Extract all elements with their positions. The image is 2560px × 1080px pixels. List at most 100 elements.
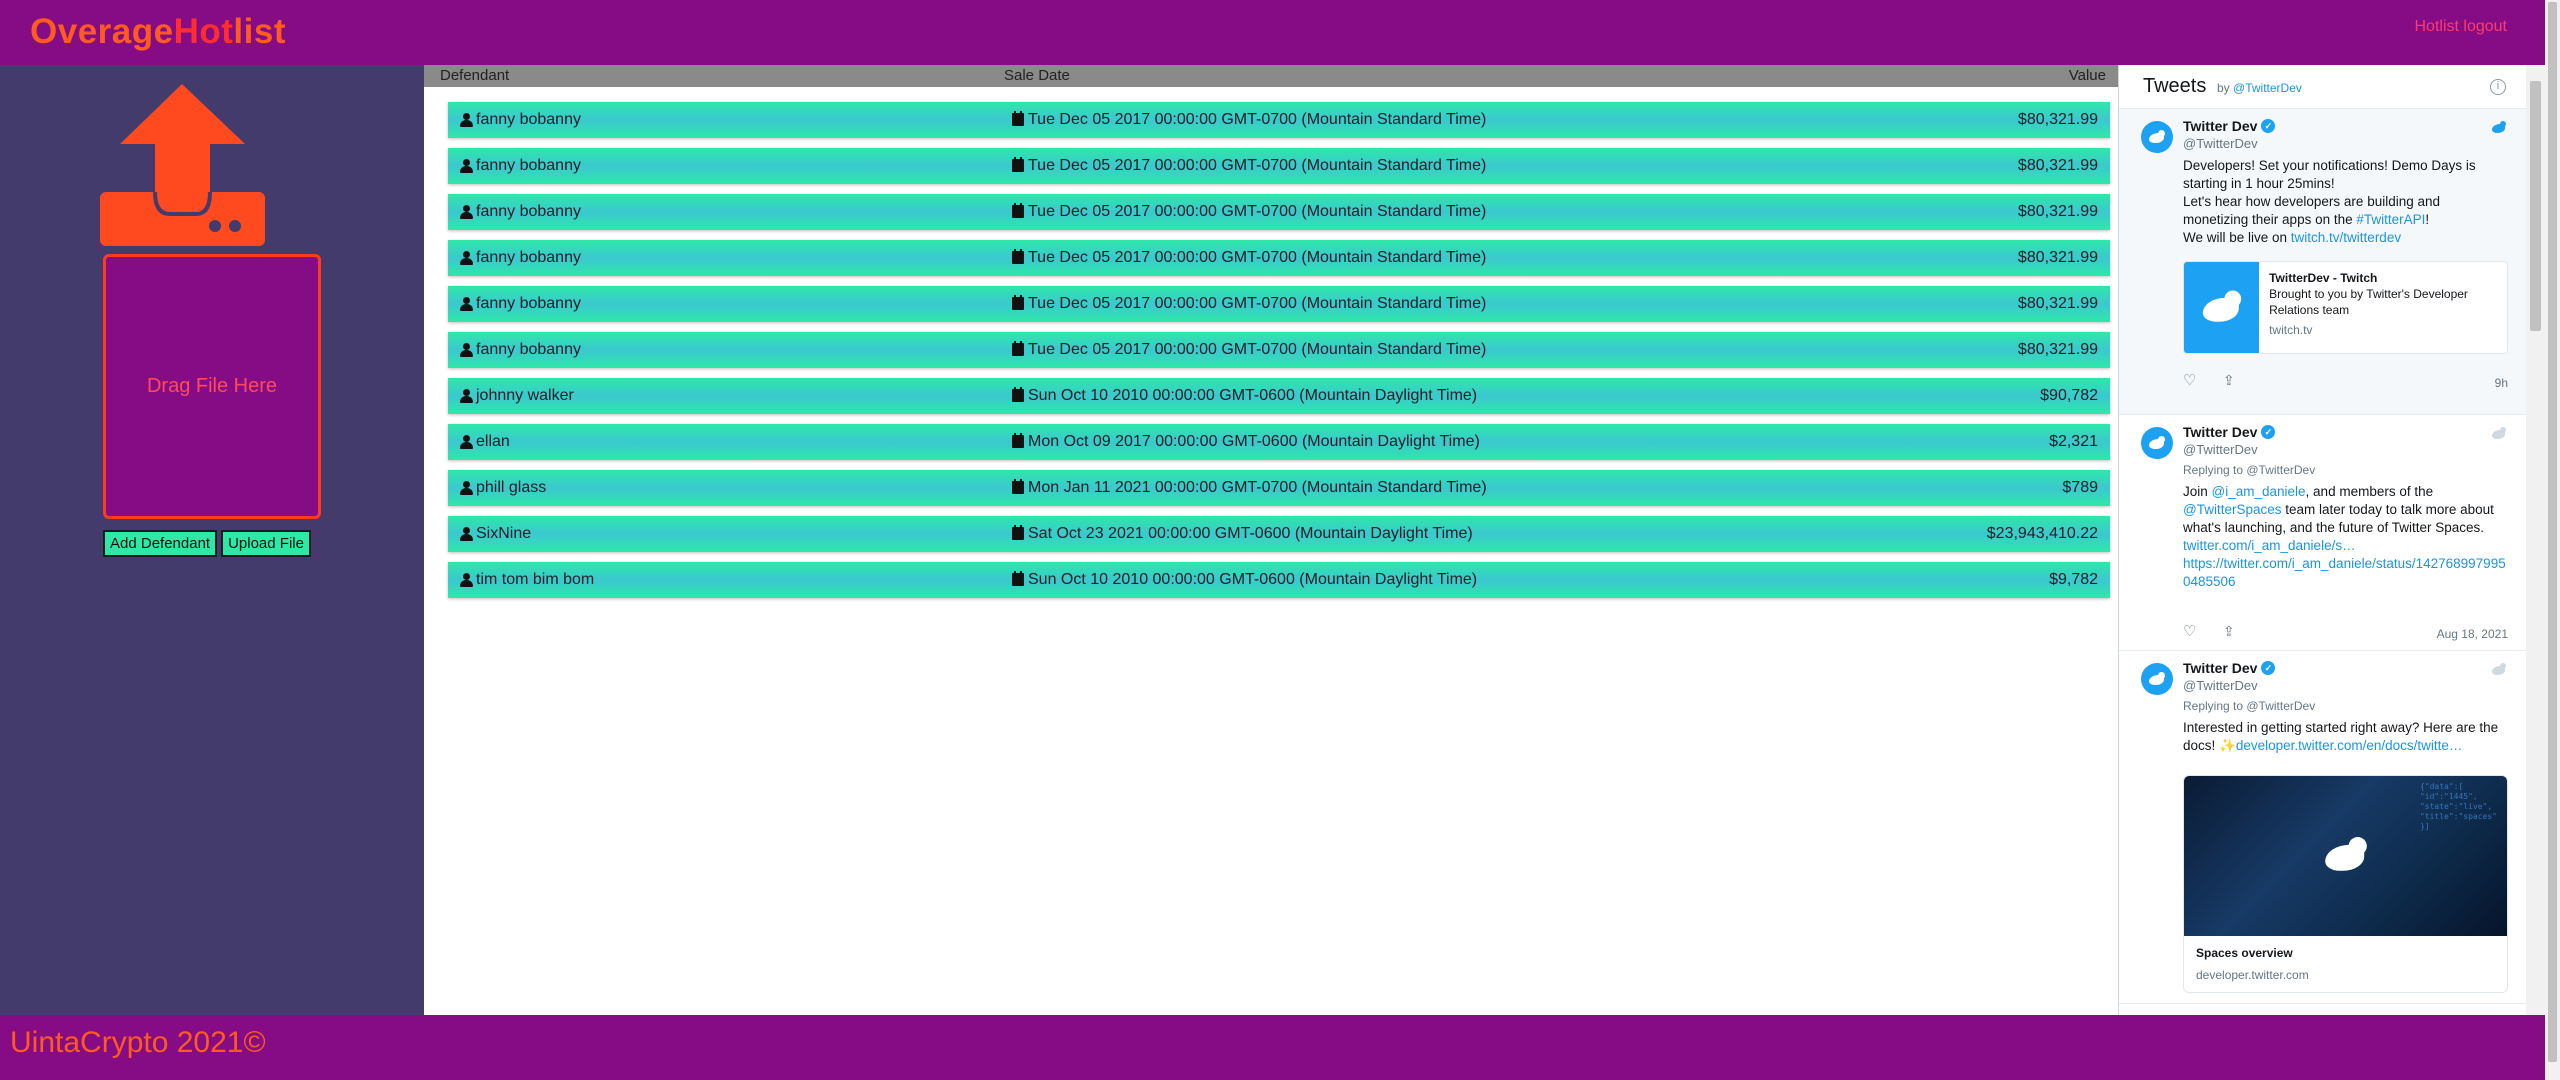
table-row[interactable]: SixNine Sat Oct 23 2021 00:00:00 GMT-0600… — [448, 516, 2110, 552]
sale-date-cell: Tue Dec 05 2017 00:00:00 GMT-0700 (Mount… — [1012, 110, 1487, 129]
sale-date-text: Mon Jan 11 2021 00:00:00 GMT-0700 (Mount… — [1028, 479, 1487, 496]
table-row[interactable]: tim tom bim bom Sun Oct 10 2010 00:00:00 … — [448, 562, 2110, 598]
sale-date-text: Tue Dec 05 2017 00:00:00 GMT-0700 (Mount… — [1028, 157, 1487, 174]
person-icon — [460, 389, 473, 403]
table-row[interactable]: fanny bobanny Tue Dec 05 2017 00:00:00 GM… — [448, 286, 2110, 322]
tweet[interactable]: Twitter Dev ✓ @TwitterDev Developers! Set… — [2119, 109, 2526, 415]
avatar[interactable] — [2141, 121, 2173, 153]
share-icon[interactable]: ⇪ — [2223, 622, 2235, 640]
tweet-text-line: Let's hear how developers are building a… — [2183, 193, 2508, 229]
upload-file-button[interactable]: Upload File — [221, 530, 311, 557]
byline-prefix: by — [2217, 81, 2230, 95]
tweet-text-fragment: ! — [2425, 212, 2430, 227]
table-row[interactable]: fanny bobanny Tue Dec 05 2017 00:00:00 GM… — [448, 148, 2110, 184]
logout-link[interactable]: Hotlist logout — [2415, 18, 2508, 36]
sale-date-cell: Tue Dec 05 2017 00:00:00 GMT-0700 (Mount… — [1012, 156, 1487, 175]
table-row[interactable]: fanny bobanny Tue Dec 05 2017 00:00:00 GM… — [448, 240, 2110, 276]
card-body: Spaces overview developer.twitter.com — [2184, 936, 2507, 992]
person-icon — [460, 481, 473, 495]
avatar[interactable] — [2141, 427, 2173, 459]
tweet-author-handle[interactable]: @TwitterDev — [2183, 135, 2508, 153]
sale-date-cell: Sun Oct 10 2010 00:00:00 GMT-0600 (Mount… — [1012, 386, 1477, 405]
sidebar: Drag File Here Add Defendant Upload File — [0, 65, 424, 1015]
page-scrollbar-thumb[interactable] — [2548, 2, 2557, 1062]
sale-date-cell: Sat Oct 23 2021 00:00:00 GMT-0600 (Mount… — [1012, 524, 1473, 543]
defendant-name: fanny bobanny — [476, 203, 581, 220]
file-dropzone[interactable]: Drag File Here — [103, 254, 321, 519]
timeline-title: Tweets — [2143, 75, 2207, 97]
person-icon — [460, 343, 473, 357]
app-logo[interactable]: OverageHotlist — [30, 12, 286, 52]
column-header-defendant[interactable]: Defendant — [440, 67, 509, 84]
avatar[interactable] — [2141, 663, 2173, 695]
defendant-cell: fanny bobanny — [460, 341, 581, 359]
tweet-link[interactable]: twitch.tv/twitterdev — [2291, 230, 2401, 245]
tweet-author-name[interactable]: Twitter Dev ✓ — [2183, 117, 2508, 135]
tweet-link[interactable]: twitter.com/i_am_daniele/s… — [2183, 538, 2356, 553]
table-row[interactable]: phill glass Mon Jan 11 2021 00:00:00 GMT-… — [448, 470, 2110, 506]
table-body: fanny bobanny Tue Dec 05 2017 00:00:00 GM… — [448, 102, 2110, 608]
table-row[interactable]: fanny bobanny Tue Dec 05 2017 00:00:00 GM… — [448, 194, 2110, 230]
twitter-bird-icon — [2322, 836, 2369, 876]
tweet-timestamp[interactable]: 9h — [2495, 374, 2508, 392]
twitter-logo-icon[interactable] — [2492, 121, 2508, 134]
code-texture: {"data":["id":"1445", "state":"live", "tit… — [2419, 782, 2497, 831]
sale-date-cell: Tue Dec 05 2017 00:00:00 GMT-0700 (Mount… — [1012, 202, 1486, 221]
hashtag-link[interactable]: #TwitterAPI — [2356, 212, 2425, 227]
twitter-logo-icon[interactable] — [2492, 663, 2508, 676]
mention-link[interactable]: @TwitterSpaces — [2183, 502, 2282, 517]
page-scrollbar[interactable] — [2545, 0, 2560, 1080]
defendant-cell: fanny bobanny — [460, 295, 581, 313]
tweet-text-fragment: , and members of the — [2305, 484, 2434, 499]
verified-badge-icon: ✓ — [2261, 425, 2276, 439]
person-icon — [460, 435, 473, 449]
tweet[interactable]: Twitter Dev ✓ @TwitterDev Replying to @Tw… — [2119, 651, 2526, 1004]
sale-date-text: Sun Oct 10 2010 00:00:00 GMT-0600 (Mount… — [1028, 571, 1478, 588]
sale-date-text: Tue Dec 05 2017 00:00:00 GMT-0700 (Mount… — [1028, 111, 1487, 128]
reply-context[interactable]: Replying to @TwitterDev — [2183, 697, 2508, 715]
table-row[interactable]: fanny bobanny Tue Dec 05 2017 00:00:00 GM… — [448, 332, 2110, 368]
person-icon — [460, 527, 473, 541]
value-cell: $80,321.99 — [2017, 203, 2098, 220]
tweet-author-name[interactable]: Twitter Dev ✓ — [2183, 659, 2508, 677]
tweet-text: Interested in getting started right away… — [2183, 719, 2508, 755]
sale-date-cell: Mon Oct 09 2017 00:00:00 GMT-0600 (Mount… — [1012, 432, 1480, 451]
byline-handle-link[interactable]: @TwitterDev — [2233, 81, 2302, 95]
link-card[interactable]: TwitterDev - Twitch Brought to you by Tw… — [2183, 261, 2508, 354]
column-header-value[interactable]: Value — [2069, 67, 2106, 84]
add-defendant-button[interactable]: Add Defendant — [103, 530, 218, 557]
value-cell: $90,782 — [2040, 387, 2098, 404]
twitter-bird-icon — [2148, 435, 2166, 451]
tweet-author-handle[interactable]: @TwitterDev — [2183, 441, 2508, 459]
card-image — [2184, 262, 2260, 353]
tweet-author-name[interactable]: Twitter Dev ✓ — [2183, 423, 2508, 441]
like-heart-icon[interactable]: ♡ — [2183, 372, 2196, 390]
defendant-cell: tim tom bim bom — [460, 571, 594, 589]
sale-date-text: Tue Dec 05 2017 00:00:00 GMT-0700 (Mount… — [1028, 295, 1487, 312]
info-icon[interactable]: i — [2490, 79, 2506, 95]
share-icon[interactable]: ⇪ — [2223, 371, 2235, 389]
calendar-icon — [1012, 156, 1024, 172]
timeline-scrollbar[interactable] — [2526, 65, 2545, 1015]
column-header-sale-date[interactable]: Sale Date — [1004, 67, 1070, 84]
table-row[interactable]: johnny walker Sun Oct 10 2010 00:00:00 GM… — [448, 378, 2110, 414]
scrollbar-thumb[interactable] — [2530, 81, 2541, 331]
reply-context[interactable]: Replying to @TwitterDev — [2183, 461, 2508, 479]
defendant-name: fanny bobanny — [476, 341, 581, 358]
calendar-icon — [1012, 294, 1024, 310]
calendar-icon — [1012, 478, 1024, 494]
tweet[interactable]: Twitter Dev ✓ @TwitterDev Replying to @Tw… — [2119, 415, 2526, 651]
defendant-cell: ellan — [460, 433, 510, 451]
sale-date-cell: Tue Dec 05 2017 00:00:00 GMT-0700 (Mount… — [1012, 340, 1486, 359]
tweet-link[interactable]: developer.twitter.com/en/docs/twitte… — [2236, 738, 2463, 753]
twitter-logo-icon[interactable] — [2492, 427, 2508, 440]
table-row[interactable]: ellan Mon Oct 09 2017 00:00:00 GMT-0600 (… — [448, 424, 2110, 460]
tweet-author-handle[interactable]: @TwitterDev — [2183, 677, 2508, 695]
table-row[interactable]: fanny bobanny Tue Dec 05 2017 00:00:00 GM… — [448, 102, 2110, 138]
link-card[interactable]: {"data":["id":"1445", "state":"live", "tit… — [2183, 775, 2508, 993]
mention-link[interactable]: @i_am_daniele — [2212, 484, 2306, 499]
tweet-timestamp[interactable]: Aug 18, 2021 — [2437, 625, 2508, 643]
like-heart-icon[interactable]: ♡ — [2183, 623, 2196, 641]
person-icon — [460, 573, 473, 587]
tweet-link[interactable]: https://twitter.com/i_am_daniele/status/… — [2183, 555, 2508, 591]
